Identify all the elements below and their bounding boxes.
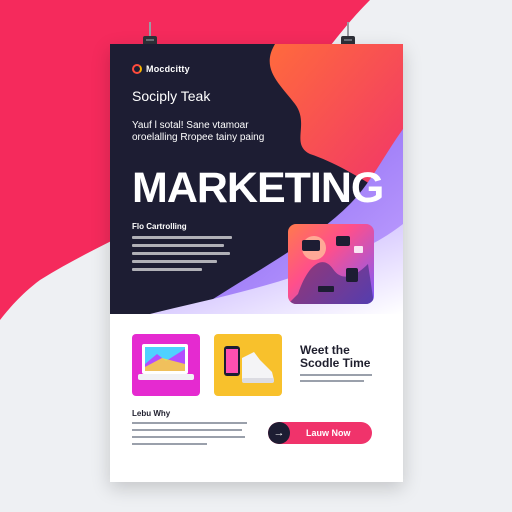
arrow-right-icon: → [268, 422, 290, 444]
product-card-laptop [132, 334, 200, 396]
side-placeholder-text [132, 236, 232, 276]
poster-headline: MARKETING [132, 164, 384, 212]
marketing-poster: Mocdcitty Sociply Teak Yauf l sotal! San… [110, 44, 403, 482]
bottom-placeholder-text [132, 422, 247, 450]
poster-subtitle: Sociply Teak [132, 88, 211, 104]
poster-intro: Yauf l sotal! Sane vtamoar oroelalling R… [132, 120, 265, 143]
poster-hero: Mocdcitty Sociply Teak Yauf l sotal! San… [110, 44, 403, 314]
product-card-sneaker [214, 334, 282, 396]
promo-placeholder-text [300, 374, 372, 386]
promo-title-line-2: Scodle Time [300, 356, 371, 370]
side-section-title: Flo Cartrolling [132, 222, 187, 231]
brand-logo: Mocdcitty [132, 64, 190, 74]
promo-title: Weet the Scodle Time [300, 344, 370, 370]
social-media-illustration [288, 224, 374, 304]
brand-name: Mocdcitty [146, 64, 190, 74]
learn-now-label: Lauw Now [306, 428, 351, 438]
sneaker-and-phone-illustration [224, 346, 274, 383]
bottom-section-title: Lebu Why [132, 409, 171, 418]
learn-now-button[interactable]: → Lauw Now [268, 422, 372, 444]
laptop-illustration [138, 344, 194, 380]
brand-logo-icon [132, 64, 142, 74]
